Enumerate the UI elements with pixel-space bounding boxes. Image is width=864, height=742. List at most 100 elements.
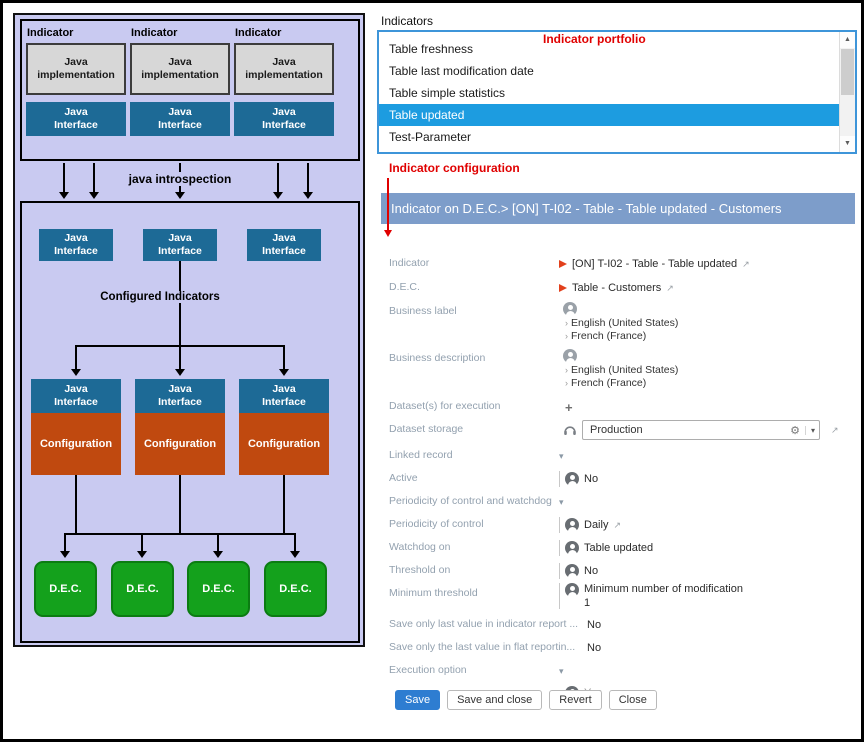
indicator-portfolio-listbox: Table freshness Table last modification … <box>377 30 857 154</box>
external-link-icon[interactable]: ↗ <box>666 283 674 294</box>
list-item[interactable]: Table simple statistics <box>379 82 839 104</box>
record-link-icon <box>559 260 567 268</box>
field-label: Save only last value in indicator report… <box>389 618 578 630</box>
java-interface-box: Java Interface <box>130 102 230 136</box>
arrow-down <box>75 345 77 369</box>
language-entry[interactable]: French (France) <box>571 377 646 389</box>
arrow-down <box>64 533 66 551</box>
indicator-group-2: Indicator Java implementation Java Inter… <box>130 25 230 136</box>
list-item[interactable]: Table last modification date <box>379 60 839 82</box>
close-button[interactable]: Close <box>609 690 657 710</box>
headset-icon <box>563 423 577 437</box>
expand-caret-icon[interactable]: › <box>565 331 568 341</box>
section-label: Periodicity of control and watchdog <box>389 495 552 507</box>
save-and-close-button[interactable]: Save and close <box>447 690 542 710</box>
form-row-indicator: Indicator [ON] T-I02 - Table - Table upd… <box>381 253 855 275</box>
form-row-business-label: Business label ›English (United States) … <box>381 301 855 347</box>
scroll-up-icon[interactable]: ▲ <box>840 32 855 48</box>
connector-line <box>75 475 77 535</box>
language-entry[interactable]: English (United States) <box>571 317 678 329</box>
dec-box: D.E.C. <box>111 561 174 617</box>
form-row-active: Active No <box>381 468 855 490</box>
config-header: Indicator on D.E.C.> [ON] T-I02 - Table … <box>381 193 855 224</box>
indicator-config-form: Indicator [ON] T-I02 - Table - Table upd… <box>381 224 855 724</box>
collapse-caret-icon[interactable]: ▾ <box>559 666 564 677</box>
form-section-periodicity: Periodicity of control and watchdog ▾ <box>381 491 855 513</box>
language-entry[interactable]: English (United States) <box>571 364 678 376</box>
collapse-caret-icon[interactable]: ▾ <box>559 497 564 508</box>
field-label: Dataset storage <box>389 423 463 435</box>
form-button-bar: Save Save and close Revert Close <box>395 690 657 710</box>
form-row-watchdog-on: Watchdog on Table updated <box>381 537 855 559</box>
arrow-down <box>217 533 219 551</box>
field-label: Save only the last value in flat reporti… <box>389 641 575 653</box>
field-label: Business description <box>389 352 485 364</box>
dataset-storage-combobox[interactable]: Production ⚙ ▾ <box>582 420 820 440</box>
form-section-execution-option: Execution option ▾ <box>381 660 855 682</box>
indicator-title: Indicator <box>131 27 230 39</box>
field-label: Threshold on <box>389 564 450 576</box>
scrollbar-thumb[interactable] <box>841 49 854 95</box>
chevron-down-icon[interactable]: ▾ <box>805 426 815 435</box>
connector-line <box>179 261 181 345</box>
field-value: Table updated <box>584 542 653 554</box>
divider <box>559 540 560 556</box>
configured-indicator-1: Java Interface Configuration <box>31 379 121 475</box>
arrow-down <box>283 345 285 369</box>
external-link-icon[interactable]: ↗ <box>613 520 621 531</box>
scroll-down-icon[interactable]: ▼ <box>840 136 855 152</box>
list-item-selected[interactable]: Table updated <box>379 104 839 126</box>
field-value: No <box>584 565 598 577</box>
collapse-caret-icon[interactable]: ▾ <box>559 451 564 462</box>
form-row-datasets-execution: Dataset(s) for execution + <box>381 396 855 418</box>
indicators-list-label: Indicators <box>381 14 433 28</box>
field-value: Daily <box>584 519 608 531</box>
annotation-indicator-portfolio: Indicator portfolio <box>543 32 646 46</box>
combobox-value: Production <box>590 424 790 436</box>
field-value: Minimum number of modification <box>584 583 743 597</box>
user-icon <box>565 518 579 532</box>
arrow-down <box>294 533 296 551</box>
user-icon <box>563 302 577 316</box>
listbox-scrollbar[interactable]: ▲ ▼ <box>839 32 855 152</box>
java-implementation-box: Java implementation <box>130 43 230 95</box>
arrow-down <box>277 163 279 192</box>
add-dataset-icon[interactable]: + <box>565 400 573 415</box>
section-label: Linked record <box>389 449 453 461</box>
annotation-arrow <box>387 178 389 230</box>
indicator-group-3: Indicator Java implementation Java Inter… <box>234 25 334 136</box>
java-introspection-label: java introspection <box>95 172 265 186</box>
revert-button[interactable]: Revert <box>549 690 601 710</box>
divider <box>559 517 560 533</box>
java-interface-box: Java Interface <box>247 229 321 261</box>
user-icon <box>565 472 579 486</box>
divider <box>559 583 560 609</box>
user-icon <box>565 564 579 578</box>
field-value: No <box>587 642 601 654</box>
configured-indicator-3: Java Interface Configuration <box>239 379 329 475</box>
form-section-linked-record: Linked record ▾ <box>381 445 855 467</box>
arrow-down <box>141 533 143 551</box>
field-label: Minimum threshold <box>389 587 478 599</box>
external-link-icon[interactable]: ↗ <box>831 425 839 436</box>
form-row-business-description: Business description ›English (United St… <box>381 348 855 394</box>
indicator-record-link[interactable]: [ON] T-I02 - Table - Table updated <box>572 258 737 270</box>
external-link-icon[interactable]: ↗ <box>742 259 750 270</box>
language-entry[interactable]: French (France) <box>571 330 646 342</box>
indicators-panel: Indicator Java implementation Java Inter… <box>20 19 360 161</box>
form-row-threshold-on: Threshold on No <box>381 560 855 582</box>
java-interface-box: Java Interface <box>143 229 217 261</box>
configured-indicators-label: Configured Indicators <box>60 291 260 303</box>
form-row-save-last-flat: Save only the last value in flat reporti… <box>381 637 855 659</box>
dec-box: D.E.C. <box>264 561 327 617</box>
gear-icon[interactable]: ⚙ <box>790 424 800 437</box>
expand-caret-icon[interactable]: › <box>565 365 568 375</box>
expand-caret-icon[interactable]: › <box>565 318 568 328</box>
field-value: No <box>587 619 601 631</box>
dec-record-link[interactable]: Table - Customers <box>572 282 661 294</box>
expand-caret-icon[interactable]: › <box>565 378 568 388</box>
form-row-dataset-storage: Dataset storage Production ⚙ ▾ ↗ <box>381 419 855 441</box>
arrow-down <box>307 163 309 192</box>
list-item[interactable]: Test-Parameter <box>379 126 839 148</box>
save-button[interactable]: Save <box>395 690 440 710</box>
